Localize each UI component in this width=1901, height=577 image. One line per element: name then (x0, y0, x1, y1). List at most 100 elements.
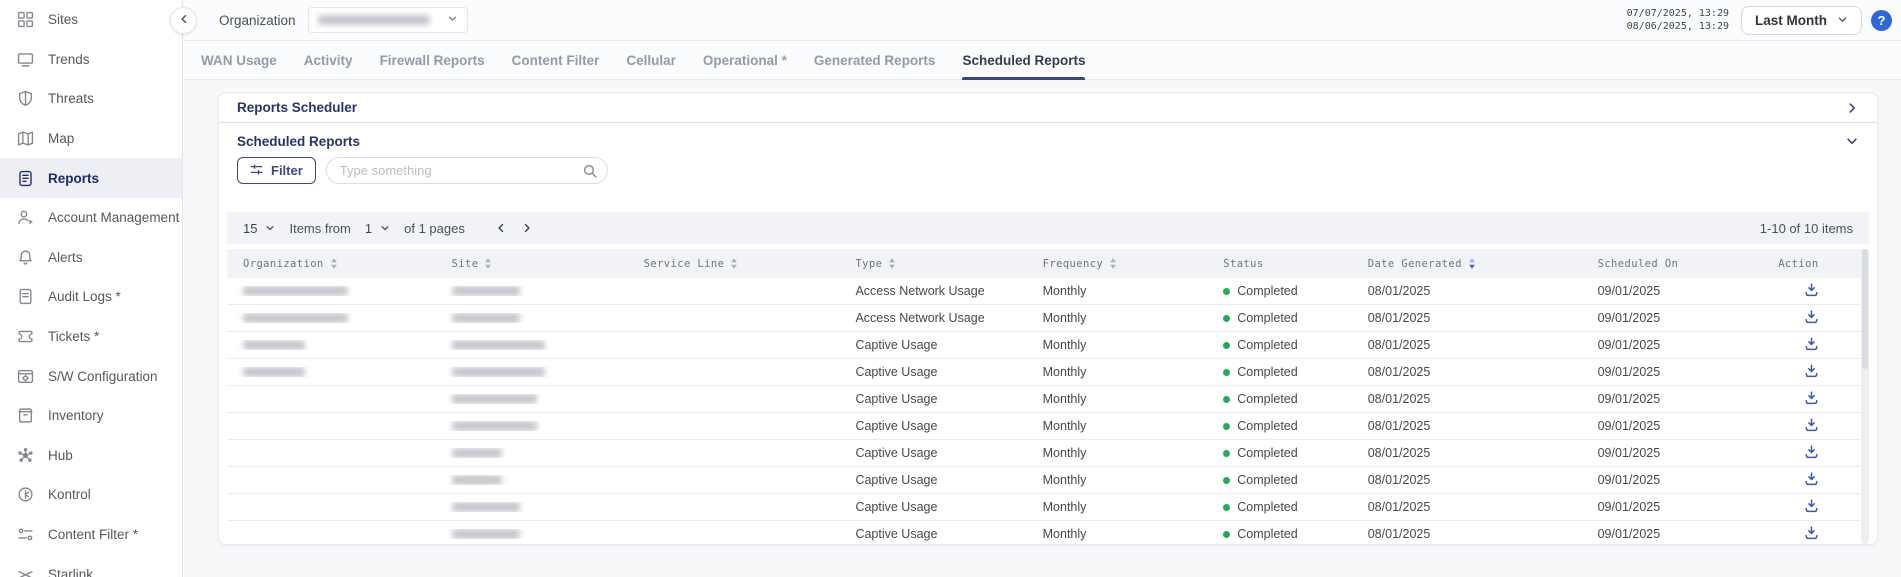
download-button[interactable] (1802, 469, 1821, 491)
cell-action (1762, 334, 1869, 356)
sidebar-item-inventory[interactable]: Inventory (0, 396, 182, 436)
frequency-value: Monthly (1043, 392, 1087, 406)
cell-site (436, 313, 628, 323)
tab-firewall-reports[interactable]: Firewall Reports (380, 41, 485, 79)
tab-cellular[interactable]: Cellular (626, 41, 676, 79)
page-size-select[interactable]: 15 (243, 221, 275, 236)
sort-icon[interactable] (484, 257, 492, 270)
tab-generated-reports[interactable]: Generated Reports (814, 41, 936, 79)
date-generated-value: 08/01/2025 (1368, 284, 1431, 298)
sort-icon[interactable] (330, 257, 338, 270)
download-icon (1804, 471, 1819, 489)
help-button[interactable]: ? (1871, 10, 1892, 31)
download-button[interactable] (1802, 388, 1821, 410)
scheduled-reports-section-header[interactable]: Scheduled Reports (219, 123, 1877, 151)
cell-site (436, 421, 628, 431)
reports-icon (17, 170, 34, 187)
cell-type: Captive Usage (839, 473, 1026, 487)
status-dot-icon (1223, 342, 1230, 349)
tab-scheduled-reports[interactable]: Scheduled Reports (962, 41, 1085, 79)
download-icon (1804, 498, 1819, 516)
sort-icon[interactable] (730, 257, 738, 270)
sidebar-item-kontrol[interactable]: Kontrol (0, 475, 182, 515)
download-button[interactable] (1802, 523, 1821, 544)
column-header-site[interactable]: Site (436, 257, 628, 270)
download-button[interactable] (1802, 442, 1821, 464)
search-input[interactable] (327, 158, 607, 183)
reports-scheduler-section-header[interactable]: Reports Scheduler (219, 93, 1877, 123)
search-icon[interactable] (582, 163, 598, 184)
inventory-icon (17, 407, 34, 424)
previous-page-button[interactable] (495, 222, 507, 234)
download-button[interactable] (1802, 307, 1821, 329)
kontrol-icon (17, 486, 34, 503)
scheduled-on-value: 09/01/2025 (1598, 392, 1661, 406)
frequency-value: Monthly (1043, 311, 1087, 325)
organization-select[interactable] (308, 7, 468, 33)
sort-icon[interactable] (1109, 257, 1117, 270)
sidebar-item-account-management[interactable]: Account Management (0, 198, 182, 238)
sidebar-item-trends[interactable]: Trends (0, 40, 182, 80)
sidebar-item-starlink[interactable]: Starlink (0, 554, 182, 577)
sidebar-item-audit-logs[interactable]: Audit Logs * (0, 277, 182, 317)
sidebar-item-hub[interactable]: Hub (0, 436, 182, 476)
download-button[interactable] (1802, 334, 1821, 356)
table-toolbar: Filter (219, 151, 1877, 184)
download-button[interactable] (1802, 496, 1821, 518)
back-button[interactable] (170, 7, 197, 34)
period-selector-button[interactable]: Last Month (1741, 6, 1862, 35)
sidebar-item-alerts[interactable]: Alerts (0, 238, 182, 278)
sidebar-item-label: Content Filter * (48, 527, 138, 542)
tab-activity[interactable]: Activity (304, 41, 353, 79)
sidebar-item-threats[interactable]: Threats (0, 79, 182, 119)
column-header-frequency[interactable]: Frequency (1027, 257, 1208, 270)
cell-date-generated: 08/01/2025 (1352, 338, 1582, 352)
cell-type: Access Network Usage (839, 284, 1026, 298)
sidebar-item-s-w-configuration[interactable]: S/W Configuration (0, 356, 182, 396)
site-redacted-text (452, 448, 502, 458)
table-scrollbar[interactable] (1861, 249, 1869, 544)
sidebar-item-map[interactable]: Map (0, 119, 182, 159)
sidebar-item-label: Inventory (48, 408, 104, 423)
type-value: Access Network Usage (855, 284, 984, 298)
cell-frequency: Monthly (1027, 284, 1208, 298)
column-header-service-line[interactable]: Service Line (628, 257, 840, 270)
sidebar-item-tickets[interactable]: Tickets * (0, 317, 182, 357)
tab-wan-usage[interactable]: WAN Usage (201, 41, 277, 79)
filter-button[interactable]: Filter (237, 157, 316, 184)
download-button[interactable] (1802, 361, 1821, 383)
column-header-scheduled-on: Scheduled On (1582, 258, 1763, 270)
page-number-value: 1 (365, 221, 372, 236)
cell-status: Completed (1207, 311, 1351, 325)
main-area: Organization 07/07/2025, 13:29 08/06/202… (184, 0, 1901, 577)
type-value: Captive Usage (855, 419, 937, 433)
cell-action (1762, 496, 1869, 518)
status-dot-icon (1223, 450, 1230, 457)
sidebar-item-sites[interactable]: Sites (0, 0, 182, 40)
sort-icon[interactable] (1468, 257, 1476, 270)
column-header-action: Action (1762, 258, 1869, 270)
cell-site (436, 529, 628, 539)
cell-date-generated: 08/01/2025 (1352, 392, 1582, 406)
starlink-icon (17, 566, 34, 577)
download-button[interactable] (1802, 280, 1821, 302)
reports-card: Reports Scheduler Scheduled Reports Filt… (218, 92, 1878, 545)
column-header-organization[interactable]: Organization (227, 257, 436, 270)
cell-type: Captive Usage (839, 419, 1026, 433)
column-header-date-generated[interactable]: Date Generated (1352, 257, 1582, 270)
table-row: Captive UsageMonthlyCompleted08/01/20250… (227, 521, 1869, 544)
download-button[interactable] (1802, 415, 1821, 437)
column-header-label: Scheduled On (1598, 258, 1679, 270)
cell-scheduled-on: 09/01/2025 (1582, 527, 1763, 541)
cell-status: Completed (1207, 446, 1351, 460)
sidebar-item-content-filter[interactable]: Content Filter * (0, 515, 182, 555)
tab-operational[interactable]: Operational * (703, 41, 787, 79)
sidebar-item-reports[interactable]: Reports (0, 158, 182, 198)
tab-content-filter[interactable]: Content Filter (512, 41, 600, 79)
page-number-select[interactable]: 1 (365, 221, 390, 236)
next-page-button[interactable] (521, 222, 533, 234)
sort-icon[interactable] (888, 257, 896, 270)
column-header-type[interactable]: Type (839, 257, 1026, 270)
organization-redacted-text (243, 286, 348, 296)
type-value: Captive Usage (855, 338, 937, 352)
